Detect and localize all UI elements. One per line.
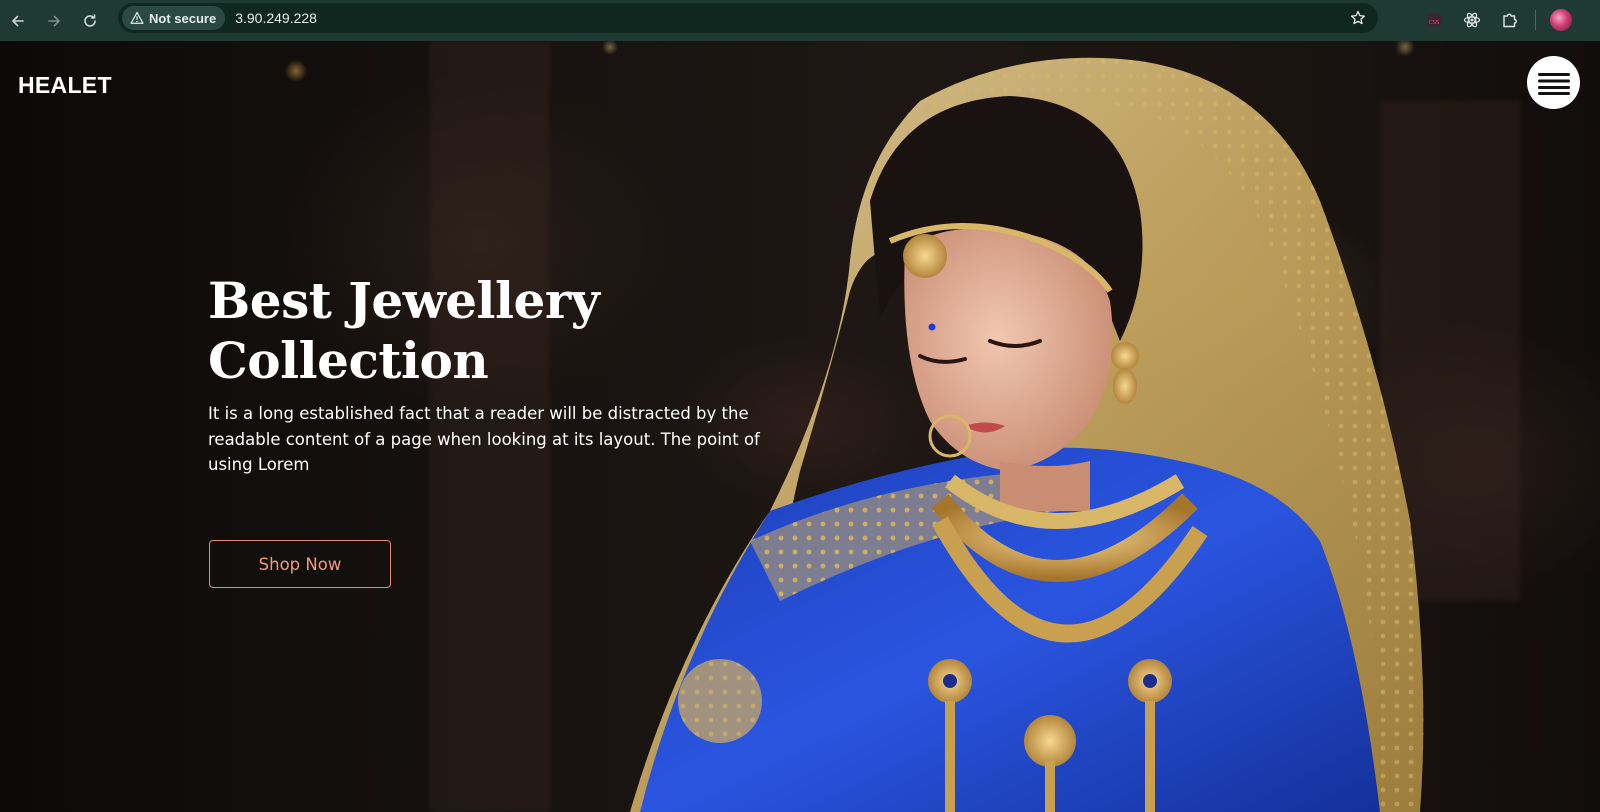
bookmark-star-icon[interactable] [1350,10,1366,26]
reload-button[interactable] [72,4,108,38]
css-extension-icon: CSS [1427,13,1441,27]
extensions-area: CSS [1415,4,1580,36]
address-bar[interactable]: Not secure 3.90.249.228 [118,3,1378,33]
svg-text:CSS: CSS [1429,20,1440,26]
react-devtools-icon [1463,12,1481,28]
toolbar-divider [1535,10,1536,30]
hero-title-line-2: Collection [208,331,489,390]
forward-button[interactable] [36,4,72,38]
react-devtools-button[interactable] [1453,4,1491,36]
warning-triangle-icon [130,11,144,24]
hamburger-menu-button[interactable] [1527,56,1580,109]
back-button[interactable] [0,4,36,38]
profile-button[interactable] [1542,4,1580,36]
hero-section: HEALET Best Jewellery Collection It is a… [0,41,1600,812]
hero-title: Best Jewellery Collection [208,271,808,391]
site-logo[interactable]: HEALET [18,72,112,99]
back-arrow-icon [12,15,24,26]
url-text[interactable]: 3.90.249.228 [235,10,317,26]
extensions-puzzle-icon [1503,13,1517,28]
security-chip[interactable]: Not secure [122,6,226,30]
profile-avatar [1550,9,1572,31]
css-extension-button[interactable]: CSS [1415,4,1453,36]
hero-title-line-1: Best Jewellery [208,271,600,330]
extensions-button[interactable] [1491,4,1529,36]
browser-toolbar: Not secure 3.90.249.228 CSS [0,0,1600,41]
security-label: Not secure [149,10,217,26]
hamburger-menu-icon [1537,72,1570,95]
shop-now-button[interactable]: Shop Now [209,540,391,588]
reload-icon [84,13,96,27]
hero-description: It is a long established fact that a rea… [208,404,760,474]
forward-arrow-icon [48,15,60,26]
